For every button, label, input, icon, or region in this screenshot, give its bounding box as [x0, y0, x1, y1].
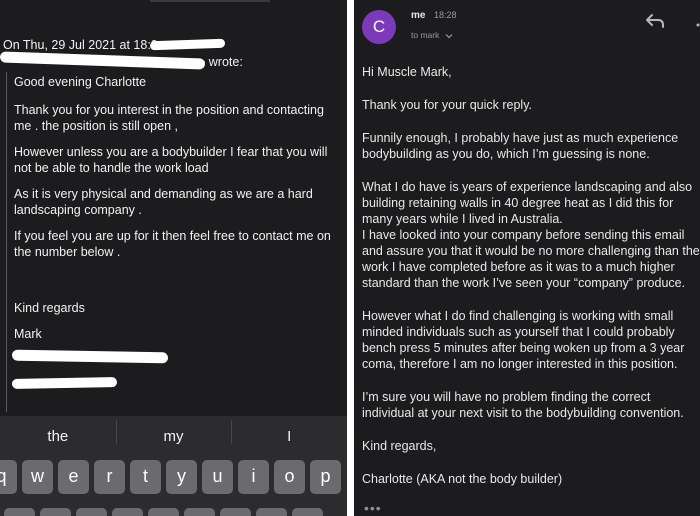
- keyboard: the my I q w e r t y u i o p: [0, 416, 347, 516]
- avatar[interactable]: C: [362, 10, 396, 44]
- email-paragraph: What I do have is years of experience la…: [362, 180, 693, 226]
- keyboard-key[interactable]: [112, 508, 143, 516]
- email-paragraph: Hi Muscle Mark,: [362, 65, 452, 79]
- key-q[interactable]: q: [0, 460, 17, 494]
- keyboard-key[interactable]: [184, 508, 215, 516]
- keyboard-row: q w e r t y u i o p: [0, 460, 347, 500]
- sender-label: me: [411, 10, 426, 21]
- quote-paragraph: However unless you are a bodybuilder I f…: [14, 145, 328, 175]
- keyboard-key[interactable]: [4, 508, 35, 516]
- email-paragraph: Funnily enough, I probably have just as …: [362, 131, 679, 161]
- email-paragraph: Thank you for your quick reply.: [362, 98, 532, 112]
- greeting: Good evening Charlotte: [14, 75, 147, 89]
- keyboard-key[interactable]: [148, 508, 179, 516]
- email-body: Hi Muscle Mark, Thank you for your quick…: [362, 64, 700, 504]
- quote-paragraph: As it is very physical and demanding as …: [14, 187, 313, 217]
- key-e[interactable]: e: [58, 460, 89, 494]
- more-options-icon[interactable]: [690, 20, 700, 30]
- suggestion-item[interactable]: the: [0, 428, 116, 445]
- keyboard-key[interactable]: [256, 508, 287, 516]
- key-o[interactable]: o: [274, 460, 305, 494]
- email-paragraph: Charlotte (AKA not the body builder): [362, 472, 563, 486]
- email-paragraph: However what I do find challenging is wo…: [362, 309, 685, 371]
- recipient-label: to mark: [411, 30, 440, 40]
- quote-paragraph: Thank you for you interest in the positi…: [14, 103, 324, 133]
- suggestion-bar: the my I: [0, 416, 347, 456]
- email-paragraph: I have looked into your company before s…: [362, 228, 700, 290]
- keyboard-key[interactable]: [292, 508, 323, 516]
- show-trimmed-icon[interactable]: •••: [364, 500, 382, 516]
- key-u[interactable]: u: [202, 460, 233, 494]
- timestamp: 18:28: [434, 10, 457, 20]
- keyboard-key[interactable]: [40, 508, 71, 516]
- quote-paragraph: If you feel you are up for it then feel …: [14, 229, 331, 259]
- sender-name: Mark: [14, 327, 42, 341]
- key-y[interactable]: y: [166, 460, 197, 494]
- email-paragraph: Kind regards,: [362, 439, 437, 453]
- chevron-down-icon: [445, 33, 453, 39]
- redaction-scribble: [11, 377, 118, 389]
- compose-panel: On Thu, 29 Jul 2021 at 18:0 > wrote: Goo…: [0, 0, 347, 516]
- key-i[interactable]: i: [238, 460, 269, 494]
- signoff: Kind regards: [14, 301, 85, 315]
- key-w[interactable]: w: [22, 460, 53, 494]
- suggestion-item[interactable]: my: [115, 419, 232, 445]
- email-paragraph: I’m sure you will have no problem findin…: [362, 390, 684, 420]
- suggestion-item[interactable]: I: [231, 419, 347, 445]
- top-divider: [150, 0, 270, 2]
- recipient-toggle[interactable]: to mark: [411, 30, 453, 40]
- keyboard-key[interactable]: [220, 508, 251, 516]
- reply-icon[interactable]: [644, 12, 666, 30]
- panel-divider: [347, 0, 354, 516]
- email-view-panel: C me 18:28 to mark Hi Muscle Mark, Thank…: [354, 0, 700, 516]
- key-r[interactable]: r: [94, 460, 125, 494]
- key-p[interactable]: p: [310, 460, 341, 494]
- keyboard-key[interactable]: [76, 508, 107, 516]
- key-t[interactable]: t: [130, 460, 161, 494]
